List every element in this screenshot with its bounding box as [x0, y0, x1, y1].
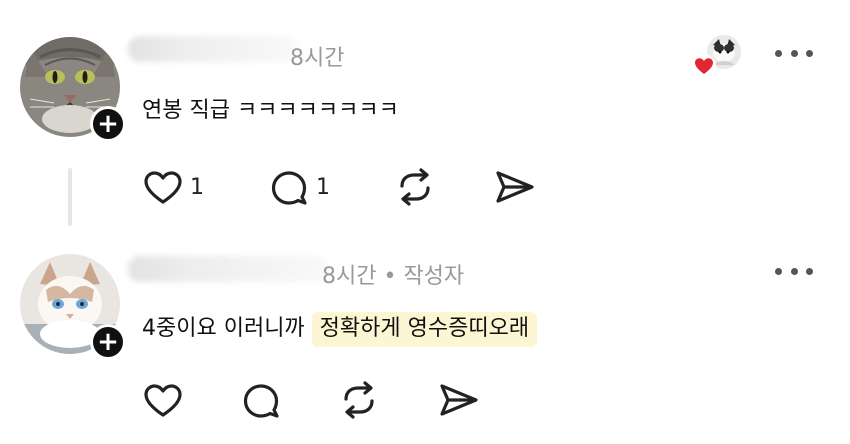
share-button[interactable]: [494, 165, 536, 209]
plus-icon: +: [97, 109, 119, 139]
dot-icon: [806, 267, 813, 275]
dot-icon: [790, 267, 798, 275]
follow-plus-button[interactable]: +: [90, 106, 126, 142]
username-redacted: [128, 36, 298, 62]
repost-button[interactable]: [338, 378, 380, 422]
post-time-author: 8시간 • 작성자: [322, 264, 465, 289]
follow-plus-button[interactable]: +: [90, 324, 126, 360]
heart-outline-icon: [144, 171, 182, 204]
post-text-content: 4중이요 이러니까: [142, 316, 312, 341]
comment-bubble-icon: [243, 384, 279, 418]
post-text: 연봉 직급 ㅋㅋㅋㅋㅋㅋㅋㅋ: [142, 92, 399, 124]
dot-icon: [806, 49, 813, 57]
send-icon: [496, 171, 534, 203]
repost-icon: [344, 381, 374, 419]
highlighted-text: 정확하게 영수증띠오래: [311, 312, 538, 347]
post-text-content: 연봉 직급 ㅋㅋㅋㅋㅋㅋㅋㅋ: [142, 98, 399, 123]
like-button[interactable]: 1: [142, 165, 204, 209]
action-bar: 1 1: [0, 165, 850, 209]
comment-bubble-icon: [271, 171, 307, 205]
dot-icon: [790, 49, 798, 57]
post-text: 4중이요 이러니까 정확하게 영수증띠오래: [142, 310, 538, 347]
like-count: 1: [190, 174, 204, 200]
heart-outline-icon: [144, 384, 182, 417]
repost-button[interactable]: [394, 165, 436, 209]
post-time: 8시간: [290, 46, 345, 71]
send-icon: [440, 384, 478, 416]
liked-heart-icon: [691, 53, 717, 79]
action-bar: [0, 378, 850, 422]
reply-count: 1: [316, 174, 330, 200]
like-button[interactable]: [142, 378, 184, 422]
dot-icon: [775, 267, 782, 275]
plus-icon: +: [97, 327, 119, 357]
dot-icon: [775, 49, 782, 57]
reply-button[interactable]: [240, 378, 282, 422]
reply-button[interactable]: 1: [268, 165, 330, 209]
more-options-button[interactable]: [775, 47, 813, 59]
thread-post: + 8시간 연봉 직급 ㅋㅋㅋㅋㅋㅋㅋㅋ 1 1: [0, 0, 850, 240]
repost-icon: [400, 168, 430, 206]
share-button[interactable]: [438, 378, 480, 422]
more-options-button[interactable]: [775, 265, 813, 277]
thread-reply: + 8시간 • 작성자 4중이요 이러니까 정확하게 영수증띠오래: [0, 240, 850, 444]
username-redacted: [128, 256, 328, 282]
